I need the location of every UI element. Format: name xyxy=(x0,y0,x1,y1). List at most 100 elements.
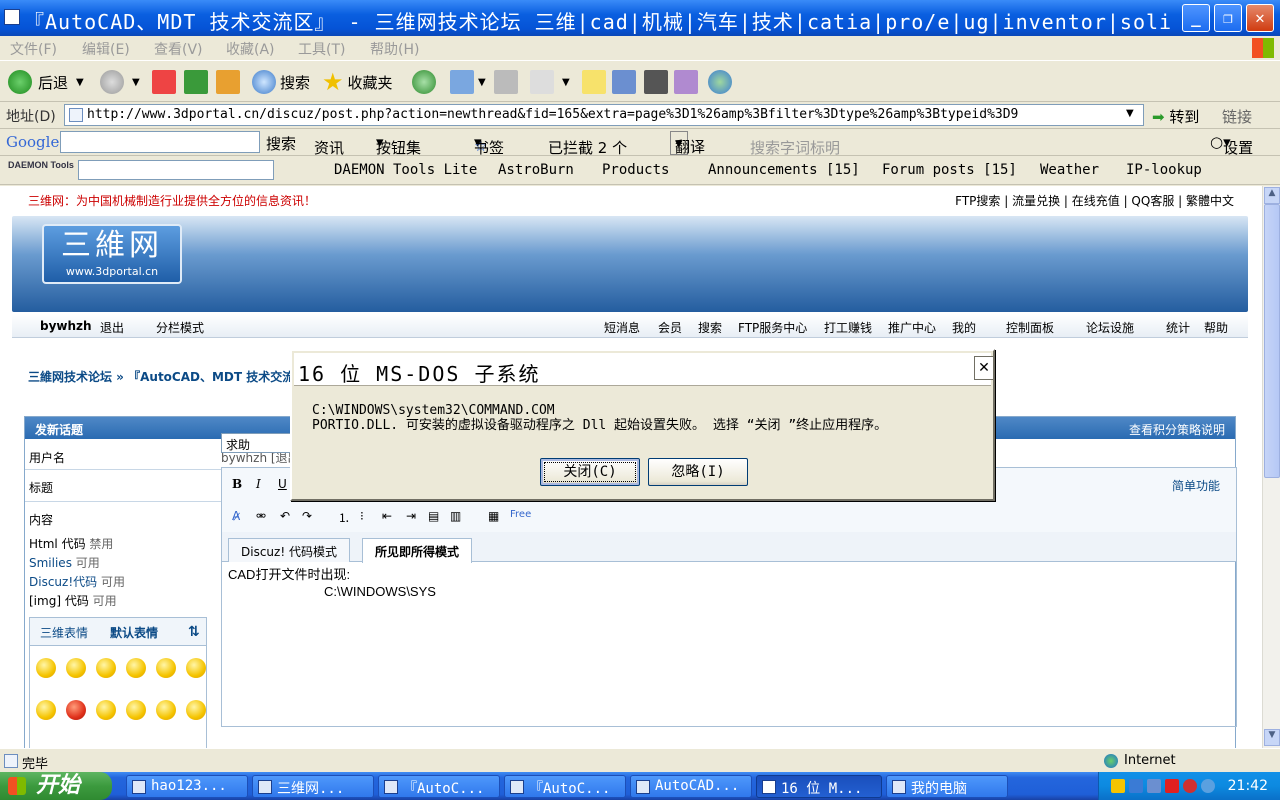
bold-button[interactable]: B xyxy=(232,477,242,491)
breadcrumb[interactable]: 三維网技术论坛 » 『AutoCAD、MDT 技术交流 xyxy=(28,368,294,385)
unordered-list-icon[interactable]: ⁝ xyxy=(360,509,364,523)
favorites-button[interactable]: ★ 收藏夹 xyxy=(322,68,393,96)
smilie-icon[interactable] xyxy=(186,700,206,720)
products-menu[interactable]: Products xyxy=(602,162,669,178)
nav-earn[interactable]: 打工赚钱 xyxy=(824,319,872,336)
back-button[interactable]: 后退 ▼ xyxy=(8,68,84,96)
nav-ftp[interactable]: FTP服务中心 xyxy=(738,319,807,336)
site-logo[interactable]: 三維网 www.3dportal.cn xyxy=(42,224,182,284)
site-top-links[interactable]: FTP搜索 | 流量兑换 | 在线充值 | QQ客服 | 繁體中文 xyxy=(955,192,1234,209)
google-settings-button[interactable]: ○ 设置 ▾ xyxy=(1210,133,1253,157)
history-button[interactable] xyxy=(412,68,436,96)
stop-button[interactable] xyxy=(152,68,176,96)
credit-policy-link[interactable]: 查看积分策略说明 xyxy=(1129,421,1225,438)
address-dropdown-icon[interactable]: ▼ xyxy=(1126,108,1134,119)
outdent-icon[interactable]: ⇤ xyxy=(382,509,392,523)
nav-members[interactable]: 会员 xyxy=(658,319,682,336)
nav-messages[interactable]: 短消息 xyxy=(604,319,640,336)
google-pins-button[interactable]: 按钮集 ▾ xyxy=(376,133,421,157)
scroll-up-icon[interactable]: ▲ xyxy=(1264,187,1280,204)
task-my-computer[interactable]: 我的电脑 xyxy=(886,775,1008,798)
daemon-tools-lite-link[interactable]: DAEMON Tools Lite xyxy=(334,162,477,178)
note-button[interactable] xyxy=(582,68,606,96)
daemon-search-input[interactable] xyxy=(78,160,274,180)
discuz-code-status[interactable]: Discuz!代码 可用 xyxy=(29,573,125,590)
task-msdos[interactable]: 16 位 M... xyxy=(756,775,882,798)
smilie-icon[interactable] xyxy=(36,658,56,678)
free-icon[interactable]: Free xyxy=(510,509,531,520)
refresh-button[interactable] xyxy=(184,68,208,96)
astroburn-link[interactable]: AstroBurn xyxy=(498,162,574,178)
underline-button[interactable]: U xyxy=(278,477,287,491)
tab-wysiwyg[interactable]: 所见即所得模式 xyxy=(362,538,473,563)
nav-search[interactable]: 搜索 xyxy=(698,319,722,336)
google-search-button[interactable]: 搜索 xyxy=(266,133,296,154)
tab-discuz-code[interactable]: Discuz! 代码模式 xyxy=(228,538,350,562)
scroll-down-icon[interactable]: ▼ xyxy=(1264,729,1280,746)
forward-button[interactable]: ▼ xyxy=(100,68,140,96)
split-mode-toggle[interactable]: 分栏模式 xyxy=(156,319,204,336)
home-button[interactable] xyxy=(216,68,240,96)
dialog-close-icon[interactable]: ✕ xyxy=(974,356,994,380)
edit-button[interactable]: ▼ xyxy=(530,68,570,96)
italic-button[interactable]: I xyxy=(256,477,261,491)
logout-link[interactable]: 退出 xyxy=(100,319,124,336)
minimize-button[interactable]: _ xyxy=(1182,4,1210,32)
menu-edit[interactable]: 编辑(E) xyxy=(82,39,130,59)
menu-help[interactable]: 帮助(H) xyxy=(370,39,419,59)
smilie-icon[interactable] xyxy=(186,658,206,678)
float-right-icon[interactable]: ▥ xyxy=(450,509,461,523)
daemon-icon[interactable] xyxy=(1183,779,1197,793)
smilie-icon[interactable] xyxy=(96,658,116,678)
smilies-status[interactable]: Smilies 可用 xyxy=(29,554,100,571)
scroll-thumb[interactable] xyxy=(1264,204,1280,478)
ordered-list-icon[interactable]: ⒈ xyxy=(338,509,350,526)
search-button[interactable]: 搜索 xyxy=(252,68,310,96)
address-input[interactable]: http://www.3dportal.cn/discuz/post.php?a… xyxy=(64,104,1144,126)
editor-body[interactable]: CAD打开文件时出现: C:\WINDOWS\SYS xyxy=(228,566,436,600)
nav-facilities[interactable]: 论坛设施 xyxy=(1086,319,1134,336)
google-bookmarks-button[interactable]: ☆ 书签 ▾ xyxy=(474,133,504,157)
shield-icon[interactable] xyxy=(1111,779,1125,793)
smilie-icon[interactable] xyxy=(66,658,86,678)
nav-mine[interactable]: 我的 xyxy=(952,319,976,336)
menu-tools[interactable]: 工具(T) xyxy=(298,39,345,59)
table-icon[interactable]: ▦ xyxy=(488,509,499,523)
ip-lookup-link[interactable]: IP-lookup xyxy=(1126,162,1202,178)
messenger-button[interactable] xyxy=(612,68,636,96)
username-link[interactable]: bywhzh xyxy=(40,319,92,333)
print-button[interactable] xyxy=(494,68,518,96)
nav-control-panel[interactable]: 控制面板 xyxy=(1006,319,1054,336)
nav-stats[interactable]: 统计 xyxy=(1166,319,1190,336)
close-window-button[interactable]: ✕ xyxy=(1246,4,1274,32)
antivirus-icon[interactable] xyxy=(1165,779,1179,793)
task-autocad-forum-1[interactable]: 『AutoC... xyxy=(378,775,500,798)
maximize-button[interactable]: ❐ xyxy=(1214,4,1242,32)
unlink-icon[interactable]: ⚮ xyxy=(256,509,266,523)
smilie-icon[interactable] xyxy=(96,700,116,720)
smilie-icon[interactable] xyxy=(66,700,86,720)
smilie-icon[interactable] xyxy=(126,700,146,720)
start-button[interactable]: 开始 xyxy=(0,772,112,800)
google-search-input[interactable] xyxy=(60,131,260,153)
smilie-icon[interactable] xyxy=(156,700,176,720)
subject-type-select[interactable]: 求助 xyxy=(221,433,297,453)
smilie-icon[interactable] xyxy=(36,700,56,720)
network-icon[interactable] xyxy=(1129,779,1143,793)
redo-icon[interactable]: ↷ xyxy=(302,509,312,523)
nav-promo[interactable]: 推广中心 xyxy=(888,319,936,336)
smilie-tab-default[interactable]: 默认表情 xyxy=(110,624,158,641)
task-autocad[interactable]: AutoCAD... xyxy=(630,775,752,798)
task-3dportal[interactable]: 三维网... xyxy=(252,775,374,798)
announcements-link[interactable]: Announcements [15] xyxy=(708,162,860,178)
contacts-button[interactable] xyxy=(708,68,732,96)
dialog-close-button[interactable]: 关闭(C) xyxy=(540,458,640,486)
smilie-icon[interactable] xyxy=(156,658,176,678)
dialog-ignore-button[interactable]: 忽略(I) xyxy=(648,458,748,486)
page-scrollbar[interactable]: ▲ ▼ xyxy=(1262,186,1280,748)
sort-icon[interactable]: ⇅ xyxy=(188,624,200,640)
nav-help[interactable]: 帮助 xyxy=(1204,319,1228,336)
menu-favorites[interactable]: 收藏(A) xyxy=(226,39,275,59)
task-autocad-forum-2[interactable]: 『AutoC... xyxy=(504,775,626,798)
remove-format-icon[interactable]: A̷ xyxy=(232,509,240,523)
